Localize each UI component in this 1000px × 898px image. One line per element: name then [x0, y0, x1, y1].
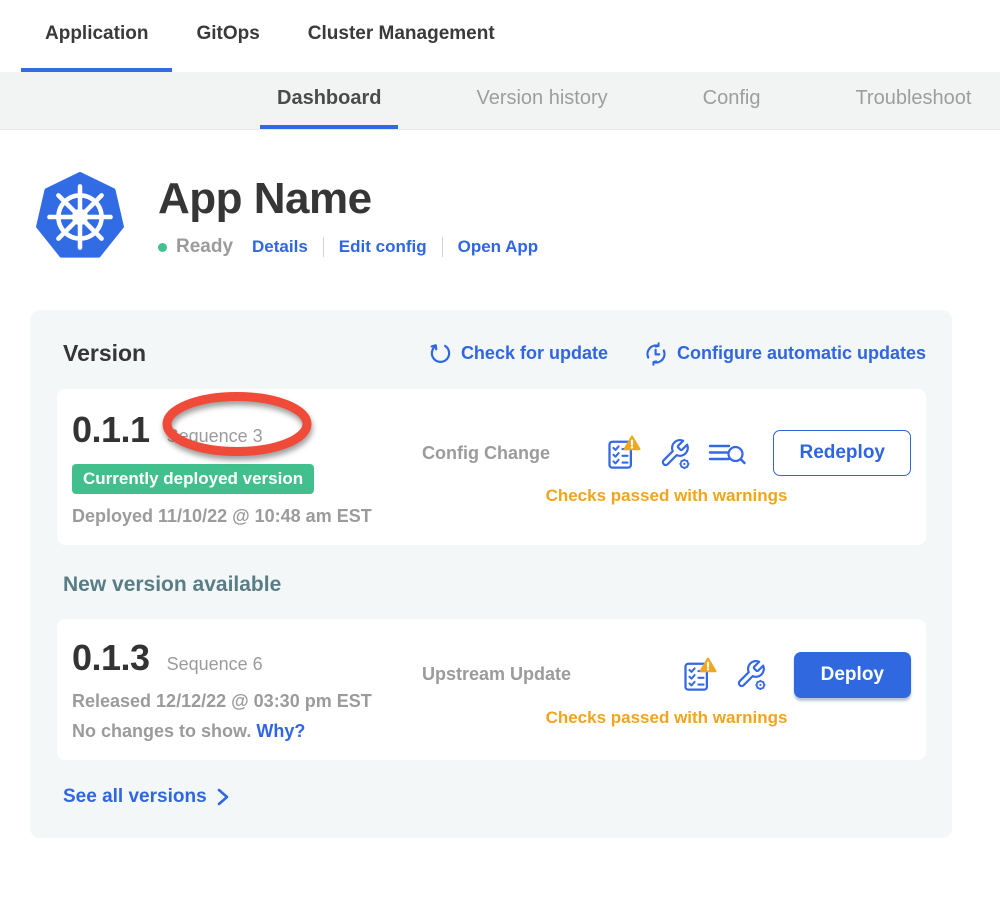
tab-config-label: Config: [703, 87, 761, 110]
tab-gitops[interactable]: GitOps: [172, 0, 283, 72]
preflight-checks-status: Checks passed with warnings: [422, 486, 911, 506]
version-type-label: Config Change: [422, 443, 605, 464]
preflight-checks-status: Checks passed with warnings: [422, 708, 911, 728]
app-header: App Name Ready Details Edit config Open …: [35, 172, 1000, 262]
see-all-versions-link[interactable]: See all versions: [63, 786, 926, 808]
tab-cluster-management[interactable]: Cluster Management: [284, 0, 519, 72]
tab-cluster-management-label: Cluster Management: [308, 23, 495, 45]
separator: [442, 237, 443, 257]
config-wrench-icon[interactable]: [658, 437, 691, 470]
tab-application-label: Application: [45, 23, 148, 45]
kubernetes-logo: [35, 172, 125, 262]
sub-nav: Dashboard Version history Config Trouble…: [0, 72, 1000, 130]
current-version-row: 0.1.1 Sequence 3 Currently deployed vers…: [57, 389, 926, 545]
tab-gitops-label: GitOps: [196, 23, 259, 45]
separator: [323, 237, 324, 257]
configure-automatic-updates-label: Configure automatic updates: [677, 343, 926, 364]
top-nav: Application GitOps Cluster Management: [0, 0, 1000, 72]
current-version-number: 0.1.1: [72, 409, 150, 451]
page-title: App Name: [158, 174, 538, 224]
check-for-update-label: Check for update: [461, 343, 608, 364]
current-version-sequence: Sequence 3: [167, 426, 263, 447]
redeploy-button[interactable]: Redeploy: [773, 430, 911, 476]
version-type-label: Upstream Update: [422, 664, 681, 685]
tab-troubleshoot[interactable]: Troubleshoot: [838, 72, 988, 129]
no-changes-text: No changes to show.: [72, 721, 251, 741]
available-version-number: 0.1.3: [72, 637, 150, 679]
tab-version-history-label: Version history: [476, 87, 607, 110]
released-timestamp: Released 12/12/22 @ 03:30 pm EST: [72, 691, 422, 712]
tab-dashboard[interactable]: Dashboard: [260, 72, 398, 129]
details-link[interactable]: Details: [252, 237, 308, 257]
edit-config-link[interactable]: Edit config: [339, 237, 427, 257]
deploy-button[interactable]: Deploy: [794, 652, 911, 698]
currently-deployed-badge: Currently deployed version: [72, 464, 314, 494]
available-version-sequence: Sequence 6: [167, 654, 263, 675]
deployed-timestamp: Deployed 11/10/22 @ 10:48 am EST: [72, 506, 422, 527]
preflight-checks-icon[interactable]: [681, 657, 717, 693]
tab-version-history[interactable]: Version history: [459, 72, 624, 129]
tab-application[interactable]: Application: [21, 0, 172, 72]
available-version-row: 0.1.3 Sequence 6 Released 12/12/22 @ 03:…: [57, 619, 926, 760]
chevron-right-icon: [217, 788, 229, 806]
release-notes-icon[interactable]: [708, 438, 746, 468]
tab-troubleshoot-label: Troubleshoot: [855, 87, 971, 110]
new-version-heading: New version available: [63, 573, 926, 597]
why-link[interactable]: Why?: [256, 721, 305, 741]
version-card: Version Check for update Configure autom…: [30, 310, 952, 838]
tab-config[interactable]: Config: [686, 72, 778, 129]
clock-refresh-icon: [644, 342, 668, 366]
config-wrench-icon[interactable]: [734, 658, 767, 691]
configure-automatic-updates-link[interactable]: Configure automatic updates: [644, 342, 926, 366]
tab-dashboard-label: Dashboard: [277, 87, 381, 110]
preflight-checks-icon[interactable]: [605, 435, 641, 471]
open-app-link[interactable]: Open App: [458, 237, 539, 257]
check-for-update-link[interactable]: Check for update: [429, 342, 608, 366]
refresh-icon: [429, 342, 452, 365]
version-card-title: Version: [63, 340, 146, 367]
status-badge: Ready: [176, 236, 233, 258]
see-all-versions-label: See all versions: [63, 786, 207, 808]
status-dot: [158, 243, 167, 252]
